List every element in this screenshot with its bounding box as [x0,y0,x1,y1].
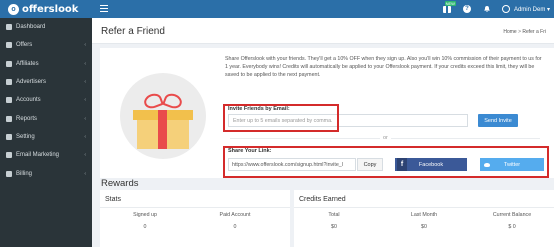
or-text: or [380,135,391,141]
chevron-left-icon: ‹ [84,97,86,104]
top-bar: o offerslook NEW ? Admin Dem ▾ [0,0,554,18]
breadcrumb-current: Refer a Fri [522,29,546,35]
chevron-left-icon: ‹ [84,133,86,140]
stats-panel: Stats Signed up 0 Paid Account 0 [100,190,290,247]
gear-icon [6,133,12,140]
chevron-left-icon: ‹ [84,60,86,67]
bell-icon[interactable] [482,4,492,14]
rewards-title: Rewards [101,178,139,189]
billing-icon [6,170,12,177]
users-icon [6,60,12,67]
brand-name: offerslook [22,3,79,15]
chevron-left-icon: ‹ [84,152,86,159]
admin-user-menu[interactable]: Admin Dem ▾ [514,6,550,13]
refer-card: Share Offerslook with your friends. They… [100,48,554,178]
gift-icon [6,42,12,49]
user-tie-icon [6,79,12,86]
sidebar-item-accounts[interactable]: Accounts ‹ [0,91,92,109]
sidebar-item-affiliates[interactable]: Affiliates ‹ [0,55,92,73]
sidebar-item-advertisers[interactable]: Advertisers ‹ [0,73,92,91]
sidebar-item-setting[interactable]: Setting ‹ [0,128,92,146]
chevron-left-icon: ‹ [84,42,86,49]
gift-icon[interactable]: NEW [442,1,456,14]
dashboard-icon [6,24,12,31]
envelope-icon [6,152,12,159]
credits-earned-panel: Credits Earned Total $0 Last Month $0 Cu… [290,190,554,247]
menu-toggle-icon[interactable] [100,5,108,13]
top-icons: NEW ? Admin Dem ▾ [442,0,554,18]
brand[interactable]: o offerslook [0,0,92,18]
chevron-left-icon: ‹ [84,115,86,122]
credits-title: Credits Earned [299,196,346,203]
stat-signed-up: Signed up 0 [133,212,157,230]
credit-total: Total $0 [328,212,340,230]
refer-description: Share Offerslook with your friends. They… [225,56,542,78]
breadcrumb-home[interactable]: Home [503,29,516,35]
help-icon[interactable]: ? [462,4,472,14]
new-badge: NEW [444,1,456,6]
main-content: Refer a Friend Home > Refer a Fri Share … [92,18,554,247]
gift-illustration [120,73,206,159]
sidebar-item-reports[interactable]: Reports ‹ [0,109,92,127]
page-header: Refer a Friend Home > Refer a Fri [92,18,554,44]
chevron-left-icon: ‹ [84,170,86,177]
logo-icon: o [8,3,19,15]
logo-letter: o [11,5,16,13]
user-icon [6,97,12,104]
credit-current-balance: Current Balance $ 0 [492,212,532,230]
sidebar-item-billing[interactable]: Billing ‹ [0,164,92,182]
chart-icon [6,115,12,122]
breadcrumb: Home > Refer a Fri [503,29,546,35]
send-invite-button[interactable]: Send Invite [478,114,518,127]
sidebar-item-dashboard[interactable]: Dashboard [0,18,92,36]
chevron-left-icon: ‹ [84,79,86,86]
gift-ribbon [158,110,167,149]
stat-paid-account: Paid Account 0 [219,212,251,230]
credit-last-month: Last Month $0 [410,212,438,230]
gift-bow-right [162,91,184,111]
sidebar: Dashboard Offers ‹ Affiliates ‹ Advertiser… [0,18,92,247]
invite-highlight-box [223,104,339,132]
gift-bow-left [142,91,164,111]
share-highlight-box [223,146,549,178]
sidebar-item-email-marketing[interactable]: Email Marketing ‹ [0,146,92,164]
page-title: Refer a Friend [101,26,165,37]
user-avatar-icon[interactable] [501,5,510,13]
stats-title: Stats [105,196,121,203]
sidebar-item-offers[interactable]: Offers ‹ [0,36,92,54]
